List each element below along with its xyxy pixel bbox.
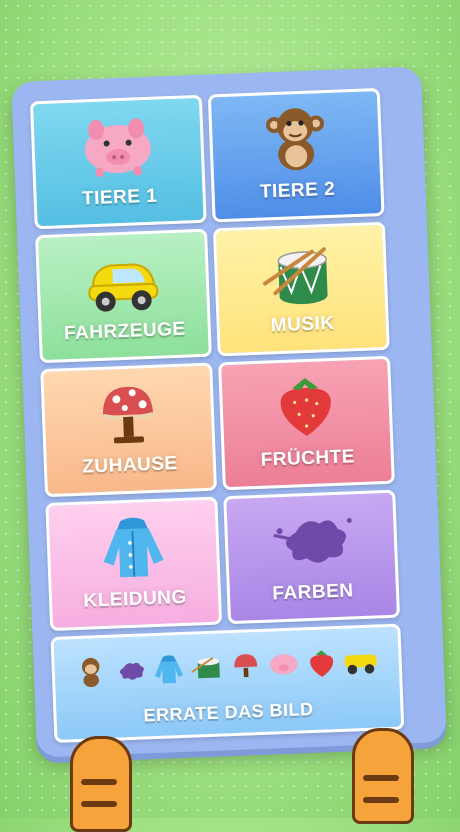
monkey-icon xyxy=(266,108,324,171)
tile-label: MUSIK xyxy=(270,312,335,337)
paint-splat-icon xyxy=(273,517,352,563)
tile-kleidung[interactable]: KLEIDUNG xyxy=(45,496,223,632)
jacket-icon xyxy=(103,517,164,578)
car-icon xyxy=(88,263,159,312)
tile-label: TIERE 1 xyxy=(81,185,158,210)
tile-label: FARBEN xyxy=(272,580,354,605)
preview-icons xyxy=(54,643,399,692)
tile-label: ZUHAUSE xyxy=(81,453,179,478)
pig-icon xyxy=(84,118,151,177)
pig-icon xyxy=(269,654,298,675)
tile-label: FAHRZEUGE xyxy=(63,318,187,345)
strawberry-icon xyxy=(310,650,334,677)
tile-label: ERRATE DAS BILD xyxy=(143,698,314,726)
tile-fahrzeuge[interactable]: FAHRZEUGE xyxy=(35,228,212,364)
tile-musik[interactable]: MUSIK xyxy=(212,221,390,357)
jacket-icon xyxy=(154,655,184,684)
strawberry-icon xyxy=(280,378,331,437)
monkey-icon xyxy=(81,657,100,688)
tile-label: KLEIDUNG xyxy=(83,586,188,612)
tile-label: TIERE 2 xyxy=(259,178,336,203)
drum-icon xyxy=(263,247,328,305)
car-icon xyxy=(344,654,377,675)
tile-zuhause[interactable]: ZUHAUSE xyxy=(40,362,218,498)
menu-board: TIERE 1 TIERE 2 FAHRZEUGE MUSIK ZUHAUSE … xyxy=(11,66,447,758)
lamp-icon xyxy=(102,386,154,444)
tile-errate-das-bild[interactable]: ERRATE DAS BILD xyxy=(50,623,405,743)
tile-tiere-1[interactable]: TIERE 1 xyxy=(29,94,207,230)
lamp-icon xyxy=(234,654,258,678)
tile-fruchte[interactable]: FRÜCHTE xyxy=(218,355,395,491)
tiger-paw-right xyxy=(352,728,414,824)
paint-splat-icon xyxy=(119,662,144,680)
tile-label: FRÜCHTE xyxy=(260,446,356,471)
tile-farben[interactable]: FARBEN xyxy=(223,489,401,625)
tile-tiere-2[interactable]: TIERE 2 xyxy=(207,87,385,223)
drum-icon xyxy=(191,657,220,679)
